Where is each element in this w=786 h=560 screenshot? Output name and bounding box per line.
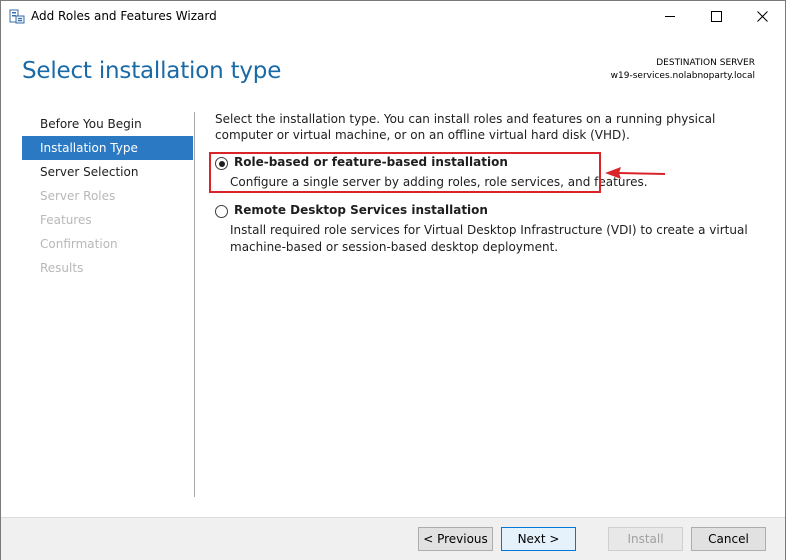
wizard-window: Add Roles and Features Wizard Select ins… [0,0,786,560]
nav-item-installation-type[interactable]: Installation Type [22,136,193,160]
nav-item-server-roles: Server Roles [40,189,116,203]
maximize-button[interactable] [693,1,739,31]
window-title: Add Roles and Features Wizard [31,9,217,23]
previous-button[interactable]: < Previous [418,527,493,551]
nav-item-features: Features [40,213,92,227]
remote-desktop-description: Install required role services for Virtu… [230,223,748,254]
minimize-button[interactable] [647,1,693,31]
destination-server-label: DESTINATION SERVER [656,58,755,68]
annotation-arrow-icon [605,165,667,181]
nav-item-server-selection[interactable]: Server Selection [22,160,193,184]
nav-divider [194,112,195,497]
nav-item-confirmation: Confirmation [40,237,118,251]
nav-item-before-you-begin[interactable]: Before You Begin [22,112,193,136]
nav-item-results: Results [40,261,84,275]
destination-server-name: w19-services.nolabnoparty.local [610,71,755,81]
page-title: Select installation type [22,58,282,84]
remote-desktop-title[interactable]: Remote Desktop Services installation [234,203,488,217]
minimize-icon [664,7,676,26]
remote-desktop-radio[interactable] [215,205,228,218]
close-icon [756,7,768,26]
intro-text: Select the installation type. You can in… [215,112,716,142]
title-bar[interactable]: Add Roles and Features Wizard [1,1,785,32]
cancel-button[interactable]: Cancel [691,527,766,551]
maximize-icon [710,7,722,26]
server-manager-icon [9,9,25,24]
next-button[interactable]: Next > [501,527,576,551]
close-button[interactable] [739,1,785,31]
wizard-steps-nav: Before You Begin Installation Type Serve… [22,112,193,280]
annotation-highlight-box [209,152,601,193]
install-button: Install [608,527,683,551]
